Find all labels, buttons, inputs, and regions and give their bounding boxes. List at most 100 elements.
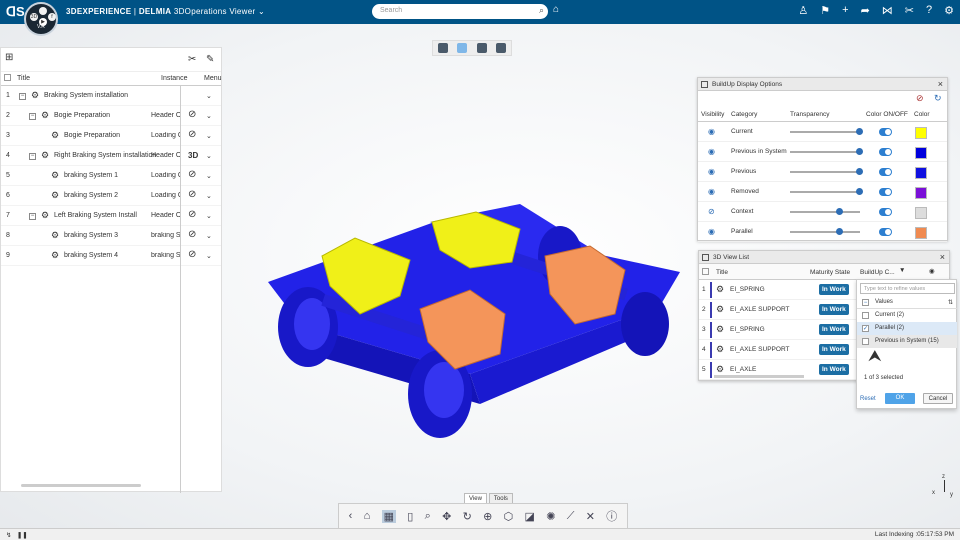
ok-button[interactable]: OK bbox=[885, 393, 915, 404]
color-swatch[interactable] bbox=[915, 187, 927, 199]
col-title[interactable]: Title bbox=[17, 75, 30, 82]
help-icon[interactable]: ? bbox=[926, 4, 932, 17]
tag-icon[interactable]: ⌂ bbox=[553, 4, 559, 15]
transparency-slider[interactable] bbox=[790, 128, 863, 135]
slider-handle[interactable] bbox=[856, 168, 863, 175]
compass-icon[interactable]: 3D ▶ f V.R bbox=[24, 2, 58, 36]
page-icon[interactable]: ▯ bbox=[407, 510, 413, 523]
fit-icon[interactable]: ⬡ bbox=[504, 510, 514, 523]
filter-view-icon[interactable] bbox=[496, 43, 507, 53]
col-menu[interactable]: Menu bbox=[204, 75, 222, 82]
compass-top[interactable] bbox=[39, 7, 47, 15]
color-swatch[interactable] bbox=[915, 207, 927, 219]
values-header[interactable]: − Values ⇅ bbox=[857, 296, 957, 309]
explode-icon[interactable]: ✺ bbox=[546, 510, 555, 523]
color-swatch[interactable] bbox=[915, 167, 927, 179]
color-swatch[interactable] bbox=[915, 227, 927, 239]
pan-icon[interactable]: ✥ bbox=[442, 510, 451, 523]
ds-logo-icon[interactable]: ᗡS bbox=[6, 4, 25, 20]
row-title[interactable]: Bogie Preparation bbox=[64, 132, 120, 139]
section-icon[interactable]: ◪ bbox=[525, 510, 535, 523]
filter-icon[interactable]: ▼ bbox=[899, 267, 905, 274]
settings-icon[interactable]: ⚙ bbox=[944, 4, 954, 17]
settings-view-icon[interactable] bbox=[476, 43, 487, 53]
edit-icon[interactable]: ✎ bbox=[206, 54, 214, 65]
color-swatch[interactable] bbox=[915, 147, 927, 159]
scissors-icon[interactable]: ✂ bbox=[188, 54, 196, 65]
transparency-slider[interactable] bbox=[790, 148, 863, 155]
eye-icon[interactable]: ◉ bbox=[708, 187, 715, 196]
row-title[interactable]: EI_AXLE bbox=[730, 366, 756, 373]
measure-icon[interactable]: ⟋ bbox=[567, 510, 575, 523]
rotate-icon[interactable]: ↻ bbox=[463, 510, 472, 523]
transparency-slider[interactable] bbox=[790, 188, 863, 195]
close-icon[interactable]: × bbox=[938, 79, 943, 89]
row-title[interactable]: EI_AXLE SUPPORT bbox=[730, 306, 790, 313]
slider-handle[interactable] bbox=[836, 228, 844, 235]
slider-handle[interactable] bbox=[836, 208, 844, 215]
refine-input[interactable]: Type text to refine values bbox=[860, 283, 955, 294]
color-toggle[interactable] bbox=[879, 228, 892, 236]
color-toggle[interactable] bbox=[879, 208, 892, 216]
view-mode-icon[interactable] bbox=[457, 43, 468, 53]
eye-off-icon[interactable]: ⊘ bbox=[708, 207, 715, 216]
eye-icon[interactable]: ◉ bbox=[708, 147, 715, 156]
eye-icon[interactable]: ◉ bbox=[708, 167, 715, 176]
color-swatch[interactable] bbox=[915, 127, 927, 139]
row-title[interactable]: EI_SPRING bbox=[730, 286, 765, 293]
color-toggle[interactable] bbox=[879, 148, 892, 156]
expand-toggle[interactable]: − bbox=[29, 213, 36, 220]
network-icon[interactable]: ⋈ bbox=[882, 4, 893, 17]
color-toggle[interactable] bbox=[879, 188, 892, 196]
row-title[interactable]: braking System 1 bbox=[64, 172, 118, 179]
tools-icon[interactable]: ✂ bbox=[905, 4, 914, 17]
select-all-values[interactable]: − bbox=[862, 299, 869, 306]
pause-icon[interactable]: ↯ ❚❚ bbox=[6, 531, 28, 539]
select-all-checkbox[interactable] bbox=[702, 268, 709, 275]
compass-3d[interactable]: 3D bbox=[30, 13, 38, 21]
bookmark-icon[interactable]: ⚑ bbox=[820, 4, 830, 17]
row-title[interactable]: Braking System installation bbox=[44, 92, 128, 99]
option-checkbox[interactable]: ✓ bbox=[862, 325, 869, 332]
home-icon[interactable]: ⌂ bbox=[364, 510, 371, 522]
row-title[interactable]: Bogie Preparation bbox=[54, 112, 110, 119]
eye-icon[interactable]: ◉ bbox=[929, 267, 935, 275]
filter-option[interactable]: ✓ Parallel (2) bbox=[857, 322, 957, 335]
row-title[interactable]: braking System 3 bbox=[64, 232, 118, 239]
select-all-checkbox[interactable] bbox=[4, 74, 11, 81]
info-icon[interactable]: ⓘ bbox=[606, 508, 617, 524]
chevron-left-icon[interactable]: ‹ bbox=[349, 510, 353, 522]
grid-icon[interactable]: ▦ bbox=[381, 509, 396, 523]
row-title[interactable]: EI_SPRING bbox=[730, 326, 765, 333]
expand-toggle[interactable]: − bbox=[19, 93, 26, 100]
transparency-slider[interactable] bbox=[790, 168, 863, 175]
option-checkbox[interactable] bbox=[862, 312, 869, 319]
row-title[interactable]: braking System 2 bbox=[64, 192, 118, 199]
slider-handle[interactable] bbox=[856, 188, 863, 195]
refresh-icon[interactable]: ↻ bbox=[934, 93, 942, 104]
share-icon[interactable]: ➦ bbox=[861, 4, 870, 17]
user-icon[interactable]: ♙ bbox=[798, 4, 808, 17]
reset-link[interactable]: Reset bbox=[860, 396, 876, 402]
eye-icon[interactable]: ◉ bbox=[708, 127, 715, 136]
row-title[interactable]: Right Braking System installation bbox=[54, 152, 156, 159]
eye-icon[interactable]: ◉ bbox=[708, 227, 715, 236]
cross-icon[interactable]: ✕ bbox=[586, 510, 595, 523]
close-icon[interactable]: × bbox=[940, 252, 945, 262]
tree-scrollbar[interactable] bbox=[21, 484, 141, 487]
zoom-area-icon[interactable]: ⊕ bbox=[483, 510, 492, 523]
expand-toggle[interactable]: − bbox=[29, 153, 36, 160]
row-title[interactable]: Left Braking System Install bbox=[54, 212, 137, 219]
color-toggle[interactable] bbox=[879, 168, 892, 176]
col-instance[interactable]: Instance bbox=[161, 75, 187, 82]
color-toggle[interactable] bbox=[879, 128, 892, 136]
row-title[interactable]: EI_AXLE SUPPORT bbox=[730, 346, 790, 353]
add-icon[interactable]: + bbox=[842, 4, 848, 17]
cancel-button[interactable]: Cancel bbox=[923, 393, 953, 404]
no-color-icon[interactable]: ⊘ bbox=[916, 93, 924, 104]
row-title[interactable]: braking System 4 bbox=[64, 252, 118, 259]
slider-handle[interactable] bbox=[856, 128, 863, 135]
sort-icon[interactable]: ⇅ bbox=[948, 299, 953, 306]
filter-option[interactable]: Previous in System (15) bbox=[857, 335, 957, 348]
search-icon[interactable]: ⌕ bbox=[539, 5, 544, 16]
